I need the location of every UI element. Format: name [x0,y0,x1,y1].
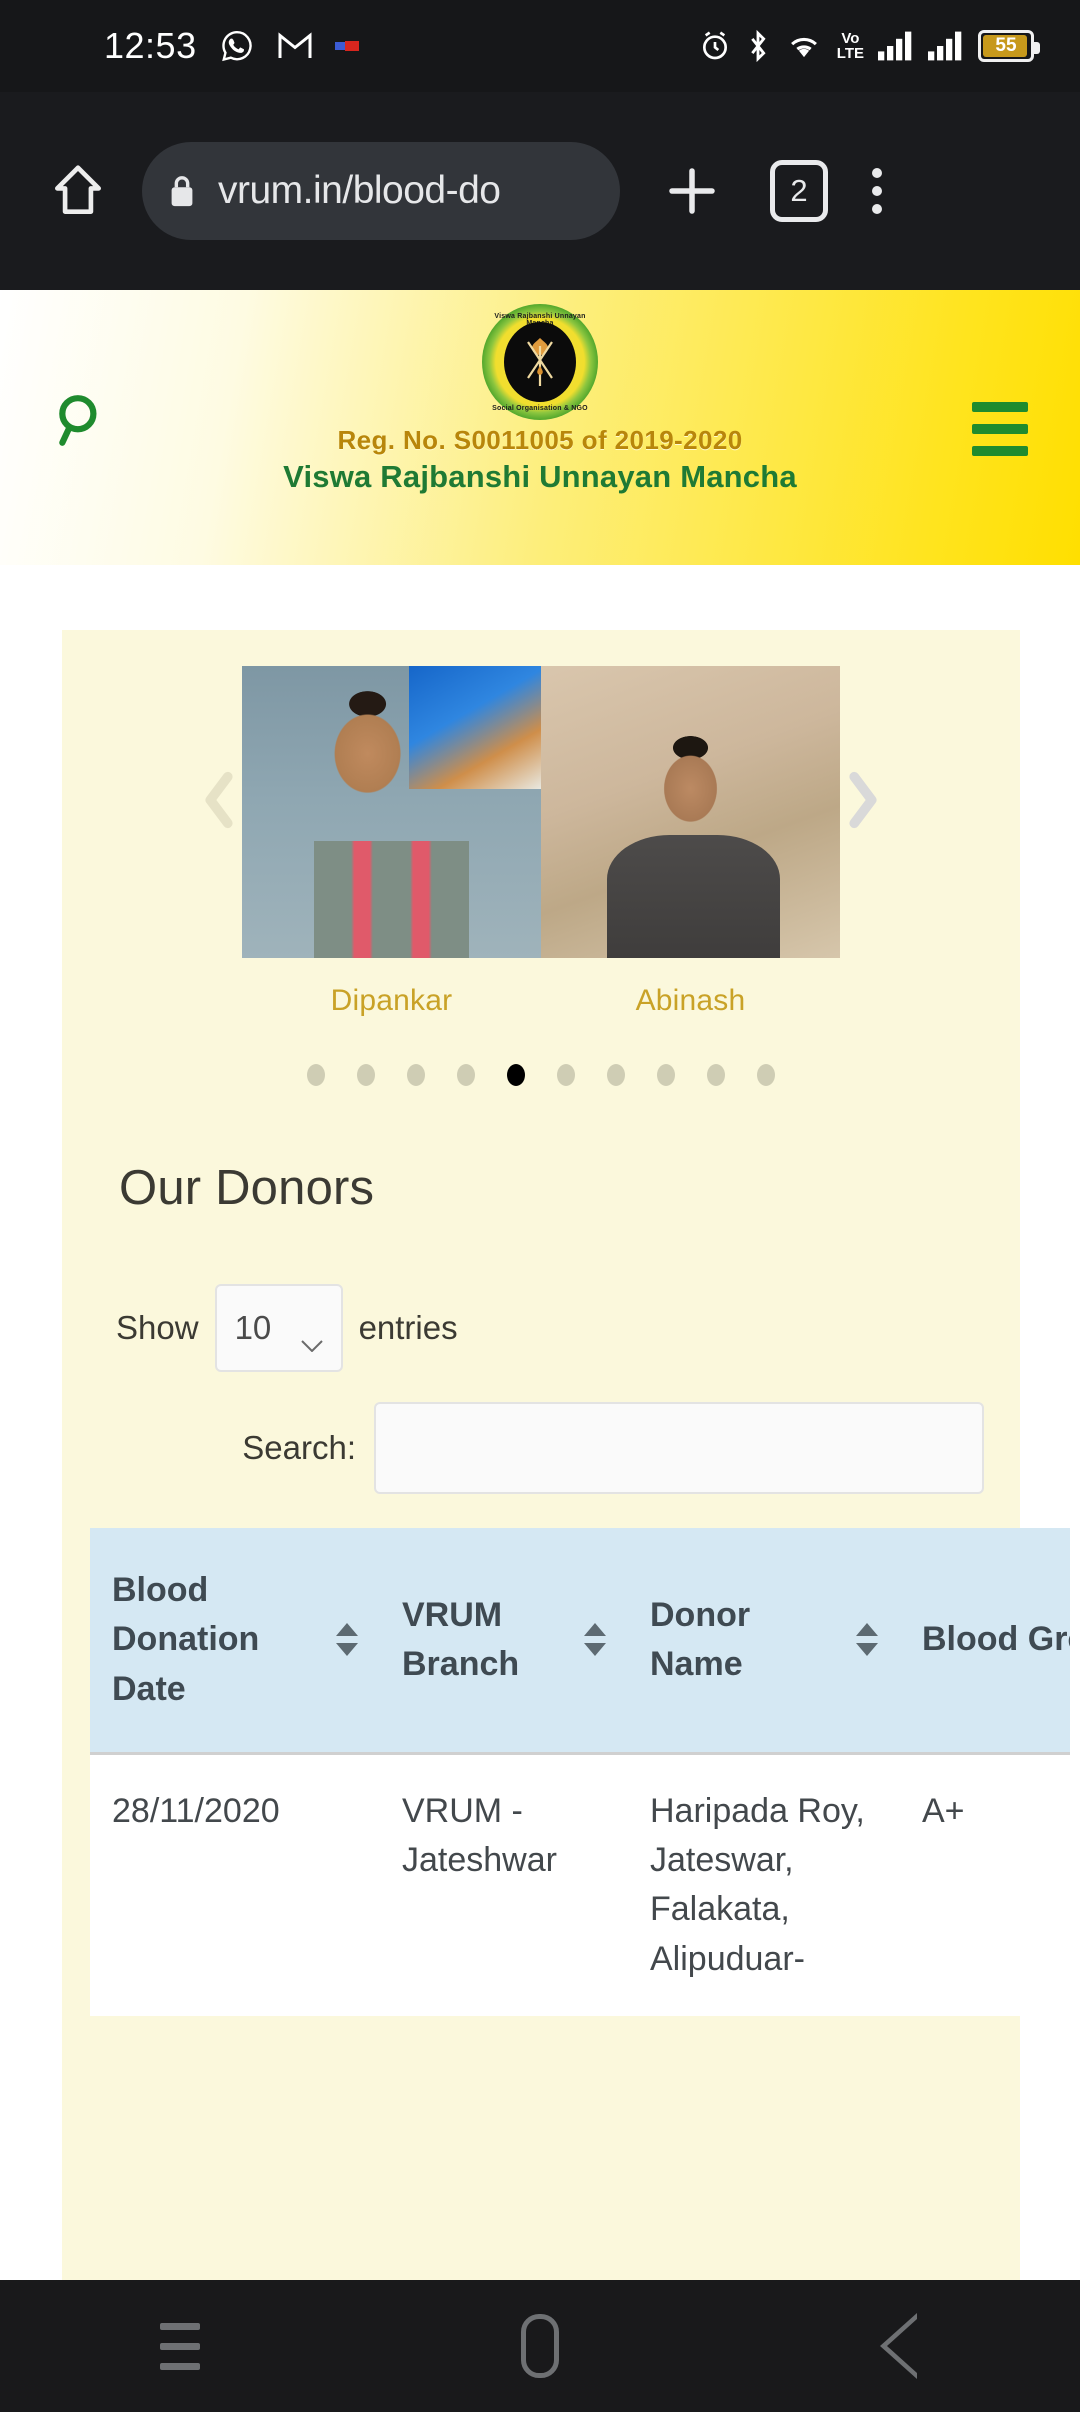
column-header-donor-name[interactable]: Donor Name [628,1528,900,1755]
chevron-right-icon[interactable] [832,770,892,830]
column-label: Blood Group [922,1620,1070,1659]
registration-number: Reg. No. S0011005 of 2019-2020 [337,425,743,455]
cell-blood-group: A+ [900,1753,1070,2017]
hamburger-menu-icon[interactable] [972,402,1028,456]
page-content: Dipankar Abinash Our Donors Show 10 entr… [0,565,1080,2280]
table-row: 28/11/2020 VRUM - Jateshwar Haripada Roy… [90,1753,1070,2017]
organization-name: Viswa Rajbanshi Unnayan Mancha [283,459,797,494]
chevron-down-icon [300,1322,323,1353]
lock-icon [168,174,196,208]
carousel-dot[interactable] [757,1064,775,1086]
column-label: VRUM Branch [402,1595,520,1683]
status-bar-right: Vo LTE 55 [699,29,1080,63]
column-label: Blood Donation Date [112,1571,260,1708]
whatsapp-icon [219,28,255,64]
donors-table: Blood Donation Date VRUM Branch Donor Na… [90,1528,1070,2017]
alarm-icon [699,30,731,62]
status-bar: 12:53 Vo LTE 55 [0,0,1080,92]
donor-carousel: Dipankar Abinash [62,630,1020,1086]
sort-updown-icon [584,1623,606,1657]
vrum-logo-icon: Viswa Rajbanshi Unnayan Mancha Social Or… [482,304,598,420]
home-square-icon[interactable] [520,2314,559,2378]
wifi-icon [785,30,823,62]
status-time: 12:53 [104,25,197,66]
donor-photo-abinash [541,666,840,958]
cell-branch: VRUM - Jateshwar [380,1753,628,2017]
recents-icon[interactable] [160,2322,201,2370]
carousel-dot[interactable] [557,1064,575,1086]
column-label: Donor Name [650,1595,751,1683]
entries-per-page-select[interactable]: 10 [214,1284,343,1372]
url-bar[interactable]: vrum.in/blood-do [142,142,620,240]
signal-2-icon [928,31,964,61]
donor-photo-caption: Dipankar [330,984,453,1017]
logo-bottom-text: Social Organisation & NGO [492,405,588,412]
bluetooth-icon [745,29,771,63]
cell-donor-name: Haripada Roy, Jateswar, Falakata, Alipud… [628,1753,900,2017]
donors-panel: Dipankar Abinash Our Donors Show 10 entr… [62,630,1070,2280]
entries-label: entries [358,1309,458,1346]
show-label: Show [116,1309,199,1346]
column-header-blood-group[interactable]: Blood Group [900,1528,1070,1755]
carousel-slide[interactable]: Dipankar [242,666,541,1018]
battery-percent: 55 [995,35,1017,56]
table-search-control: Search: [62,1402,1020,1494]
home-icon[interactable] [42,155,114,227]
carousel-slide[interactable]: Abinash [541,666,840,1018]
carousel-slides: Dipankar Abinash [62,666,1020,1018]
carousel-dot[interactable] [307,1064,325,1086]
donor-photo-dipankar [242,666,541,958]
table-length-control: Show 10 entries [62,1284,1020,1372]
sort-updown-icon [856,1623,878,1657]
carousel-dot[interactable] [607,1064,625,1086]
carousel-dot[interactable] [507,1064,525,1086]
site-header: Viswa Rajbanshi Unnayan Mancha Social Or… [0,290,1080,565]
tab-counter[interactable]: 2 [770,160,828,222]
notification-icon [334,38,361,54]
column-header-vrum-branch[interactable]: VRUM Branch [380,1528,628,1755]
three-dot-menu-icon[interactable] [872,168,882,214]
donor-photo-caption: Abinash [635,984,746,1017]
browser-toolbar: vrum.in/blood-do 2 [0,92,1080,290]
carousel-dot[interactable] [457,1064,475,1086]
carousel-dot[interactable] [657,1064,675,1086]
gmail-icon [277,31,313,61]
column-header-blood-donation-date[interactable]: Blood Donation Date [90,1528,380,1755]
volte-line-2: LTE [836,45,864,62]
carousel-dot[interactable] [407,1064,425,1086]
plus-icon[interactable] [656,155,728,227]
phone-screen: 12:53 Vo LTE 55 vrum.in/blood-do 2 Viswa… [0,0,1080,2412]
android-nav-bar [0,2280,1080,2412]
volte-icon: Vo LTE [837,31,864,61]
back-triangle-icon[interactable] [879,2313,920,2379]
page-title: Our Donors [119,1161,375,1215]
donors-table-wrapper: Blood Donation Date VRUM Branch Donor Na… [90,1528,1070,2017]
carousel-dots [62,1064,1020,1086]
entries-per-page-value: 10 [234,1309,272,1346]
battery-icon: 55 [978,30,1040,62]
url-text: vrum.in/blood-do [218,169,501,212]
cell-date: 28/11/2020 [90,1753,380,2017]
chevron-left-icon[interactable] [190,770,250,830]
carousel-dot[interactable] [707,1064,725,1086]
status-bar-left: 12:53 [0,25,361,67]
search-label: Search: [242,1429,356,1466]
carousel-dot[interactable] [357,1064,375,1086]
search-input[interactable] [374,1402,984,1494]
table-header-row: Blood Donation Date VRUM Branch Donor Na… [90,1528,1070,1755]
site-branding: Viswa Rajbanshi Unnayan Mancha Social Or… [0,304,1080,495]
signal-1-icon [878,31,914,61]
sort-updown-icon [336,1623,358,1657]
